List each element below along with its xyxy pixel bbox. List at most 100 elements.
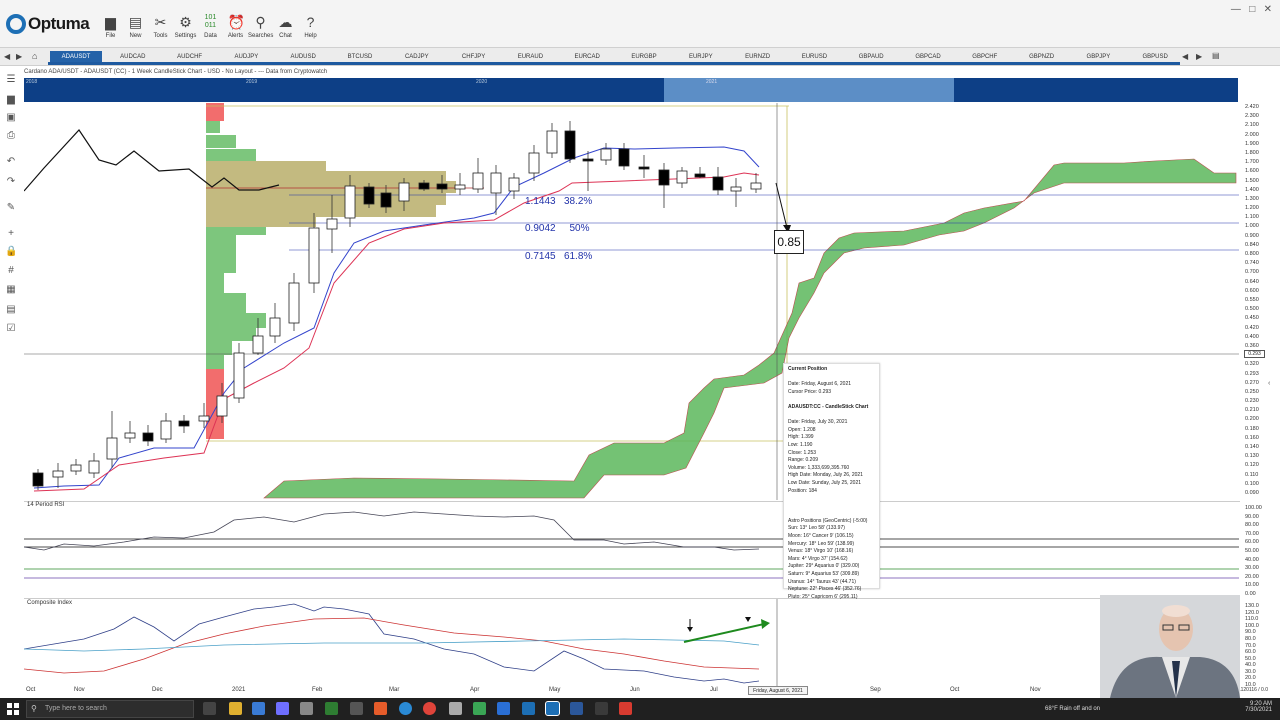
taskbar-search-input[interactable]: Type here to search [26,700,194,718]
nav-year-label: 2021 [706,79,718,85]
axis-tick-label: 1.500 [1245,177,1259,184]
windows-start-icon[interactable] [6,702,20,716]
redo-icon[interactable]: ↷ [5,176,17,188]
app-icon[interactable] [325,702,338,715]
app-icon[interactable] [350,702,363,715]
rsi-line [24,511,760,551]
app-icon[interactable] [276,702,289,715]
axis-tick-label: 1.300 [1245,195,1259,202]
crosshair-icon[interactable]: + [5,228,17,240]
axis-tick-label: 120.0 [1245,609,1259,616]
app-icon[interactable] [449,702,462,715]
candle-body [676,170,688,184]
search-icon: ⚲ [31,704,37,713]
candle-body [658,169,670,186]
folder-icon[interactable]: ▆ [5,94,17,106]
candle-body [528,152,540,174]
date-tick-label: Apr [470,687,480,693]
home-icon[interactable]: ⌂ [32,51,37,61]
axis-tick-label: 40.0 [1245,662,1256,669]
info-line: ADAUSDT:CC - CandleStick Chart [788,403,869,410]
axis-tick-label: 90.0 [1245,629,1256,636]
app-name: Optuma [28,14,90,33]
file-button[interactable]: ▆ File [98,14,123,46]
chart-navigator[interactable] [24,78,1238,102]
lock-icon[interactable]: 🔒 [5,246,17,258]
print-icon[interactable]: ⎙ [5,130,17,142]
date-tick-label: Feb [312,687,323,693]
tab-scroll-left-icon[interactable]: ◀ [1182,52,1188,61]
info-line: Neptune: 22° Pisces 46' (352.76) [788,586,862,593]
word-icon[interactable] [570,702,583,715]
axis-tick-label: 10.00 [1245,582,1259,589]
chat-icon: ☁ [278,14,293,30]
candle-body [582,158,594,162]
candle-body [124,432,136,439]
document-icon[interactable]: ▤ [5,304,17,316]
edge-browser-icon[interactable] [399,702,412,715]
axis-tick-label: 100.0 [1245,622,1259,629]
composite-ma-line [24,638,760,652]
axis-tick-label: 1.100 [1245,214,1259,221]
axis-tick-label: 0.320 [1245,361,1259,368]
candle-body [730,186,742,192]
windows-taskbar: Type here to search ⚲ 68°F Rain off and … [0,698,1280,720]
nav-back-icon[interactable]: ◀ [4,52,10,61]
collapse-arrow-icon[interactable]: ‹ [1268,380,1270,387]
layers-icon[interactable]: ▦ [5,284,17,296]
app-icon[interactable] [300,702,313,715]
grid-icon[interactable]: # [5,265,17,277]
task-view-icon[interactable] [203,702,216,715]
chat-button[interactable]: ☁ Chat [273,14,298,46]
tab-list-icon[interactable]: ▤ [1212,51,1220,60]
composite-index-pane[interactable] [24,598,1240,686]
info-line: Pluto: 25° Capricorn 6' (295.11) [788,593,858,600]
checklist-icon[interactable]: ☑ [5,323,17,335]
tab-scroll-right-icon[interactable]: ▶ [1196,52,1202,61]
undo-icon[interactable]: ↶ [5,156,17,168]
window-controls[interactable]: — □ ✕ [1231,4,1272,15]
volume-profile-bar [206,135,236,148]
rsi-pane[interactable] [24,501,1240,595]
file-explorer-icon[interactable] [229,702,242,715]
axis-tick-label: 0.110 [1245,471,1259,478]
settings-button[interactable]: ⚙ Settings [173,14,198,46]
app-icon[interactable] [522,702,535,715]
nav-forward-icon[interactable]: ▶ [16,52,22,61]
date-tick-label: Oct [950,687,960,693]
data-button[interactable]: 101 011 Data [198,14,223,46]
data-icon: 101 011 [204,14,217,29]
tools-button[interactable]: ✂ Tools [148,14,173,46]
axis-tick-label: 80.00 [1245,522,1259,529]
volume-profile-bar [206,293,246,313]
app-icon[interactable] [252,702,265,715]
axis-tick-label: 60.00 [1245,539,1259,546]
app-icon[interactable] [595,702,608,715]
help-button[interactable]: ? Help [298,14,323,46]
axis-tick-label: 0.100 [1245,480,1259,487]
list-icon[interactable]: ☰ [5,74,17,86]
candle-body [198,415,210,422]
axis-tick-label: 80.0 [1245,635,1256,642]
pen-icon[interactable]: ✎ [5,202,17,214]
save-icon[interactable]: ▣ [5,112,17,124]
app-icon[interactable] [497,702,510,715]
optuma-taskbar-icon[interactable] [545,701,560,716]
axis-tick-label: 0.120 [1245,462,1259,469]
alerts-button[interactable]: ⏰ Alerts [223,14,248,46]
searches-button[interactable]: ⚲ Searches [248,14,273,46]
info-line: Position: 184 [788,487,817,494]
brave-browser-icon[interactable] [374,702,387,715]
chrome-browser-icon[interactable] [423,702,436,715]
arrowhead [761,619,770,629]
candle-body [712,176,724,191]
weather-widget[interactable]: 68°F Rain off and on [1045,706,1100,712]
app-icon[interactable] [619,702,632,715]
axis-tick-label: 0.200 [1245,416,1259,423]
app-icon[interactable] [473,702,486,715]
system-clock[interactable]: 9:20 AM 7/30/2021 [1245,701,1272,713]
info-line: Open: 1.208 [788,426,816,433]
optuma-app: Optuma ▆ File ▤ New ✂ Tools ⚙ Settings 101 01… [0,0,1280,720]
price-chart[interactable] [24,103,1240,500]
new-button[interactable]: ▤ New [123,14,148,46]
